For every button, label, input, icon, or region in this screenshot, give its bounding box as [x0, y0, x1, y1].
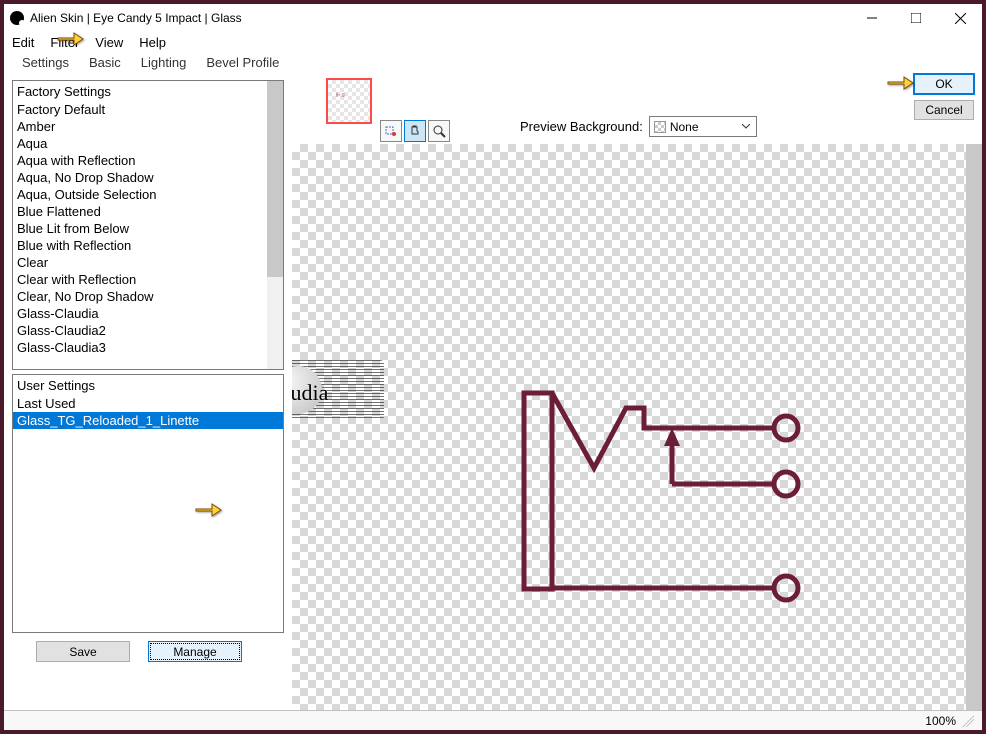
list-item[interactable]: Aqua, Outside Selection — [13, 186, 283, 203]
list-item[interactable]: Aqua — [13, 135, 283, 152]
list-item[interactable]: Clear — [13, 254, 283, 271]
preview-artwork — [514, 388, 814, 613]
save-button[interactable]: Save — [36, 641, 130, 662]
list-item[interactable]: Glass-Claudia — [13, 305, 283, 322]
preview-bg-combo[interactable]: None — [649, 116, 757, 137]
statusbar: 100% — [4, 710, 982, 730]
factory-header: Factory Settings — [13, 81, 283, 101]
selection-tool-icon[interactable] — [380, 120, 402, 142]
list-item[interactable]: Last Used — [13, 395, 283, 412]
watermark: Claudia — [292, 360, 384, 420]
menubar: Edit Filter View Help — [4, 32, 982, 52]
window-controls — [850, 4, 982, 32]
maximize-button[interactable] — [894, 4, 938, 32]
app-icon — [10, 11, 24, 25]
chevron-down-icon — [738, 117, 754, 136]
list-item[interactable]: Clear, No Drop Shadow — [13, 288, 283, 305]
tutorial-pointer-icon — [886, 72, 914, 94]
ok-button[interactable]: OK — [914, 74, 974, 94]
tabbar: Settings Basic Lighting Bevel Profile — [4, 52, 982, 72]
list-item[interactable]: Glass-Claudia2 — [13, 322, 283, 339]
preview-bg-label: Preview Background: — [520, 119, 643, 134]
menu-help[interactable]: Help — [139, 35, 166, 50]
list-item[interactable]: Amber — [13, 118, 283, 135]
user-settings-list[interactable]: User Settings Last Used Glass_TG_Reloade… — [12, 374, 284, 633]
list-item[interactable]: Blue with Reflection — [13, 237, 283, 254]
tab-settings[interactable]: Settings — [12, 54, 79, 71]
preview-canvas[interactable]: Claudia — [292, 144, 982, 710]
preview-bg-value: None — [670, 120, 699, 134]
scrollbar[interactable] — [966, 144, 982, 710]
navigator-thumbnail[interactable]: ⊩≡ — [326, 78, 372, 124]
resize-grip-icon[interactable] — [962, 715, 974, 727]
close-button[interactable] — [938, 4, 982, 32]
list-item[interactable]: Blue Lit from Below — [13, 220, 283, 237]
tab-lighting[interactable]: Lighting — [131, 54, 197, 71]
titlebar: Alien Skin | Eye Candy 5 Impact | Glass — [4, 4, 982, 32]
factory-settings-list[interactable]: Factory Settings Factory Default Amber A… — [12, 80, 284, 370]
minimize-button[interactable] — [850, 4, 894, 32]
manage-button[interactable]: Manage — [148, 641, 242, 662]
zoom-tool-icon[interactable] — [428, 120, 450, 142]
list-item[interactable]: Glass-Claudia3 — [13, 339, 283, 356]
tab-basic[interactable]: Basic — [79, 54, 131, 71]
list-item[interactable]: Aqua, No Drop Shadow — [13, 169, 283, 186]
list-item[interactable]: Glass_TG_Reloaded_1_Linette — [13, 412, 283, 429]
cancel-button[interactable]: Cancel — [914, 100, 974, 120]
tutorial-pointer-icon — [194, 499, 222, 521]
pan-tool-icon[interactable] — [404, 120, 426, 142]
tutorial-pointer-icon — [56, 28, 84, 50]
list-item[interactable]: Aqua with Reflection — [13, 152, 283, 169]
list-item[interactable]: Clear with Reflection — [13, 271, 283, 288]
list-item[interactable]: Blue Flattened — [13, 203, 283, 220]
scrollbar[interactable] — [267, 81, 283, 369]
transparency-swatch-icon — [654, 121, 666, 133]
sidebar: Factory Settings Factory Default Amber A… — [4, 72, 292, 674]
user-header: User Settings — [13, 375, 283, 395]
tab-bevel[interactable]: Bevel Profile — [196, 54, 289, 71]
menu-edit[interactable]: Edit — [12, 35, 34, 50]
menu-view[interactable]: View — [95, 35, 123, 50]
list-item[interactable]: Factory Default — [13, 101, 283, 118]
window-title: Alien Skin | Eye Candy 5 Impact | Glass — [30, 11, 242, 25]
preview-pane: ⊩≡ Preview Background: None — [292, 72, 982, 710]
zoom-level: 100% — [925, 714, 956, 728]
